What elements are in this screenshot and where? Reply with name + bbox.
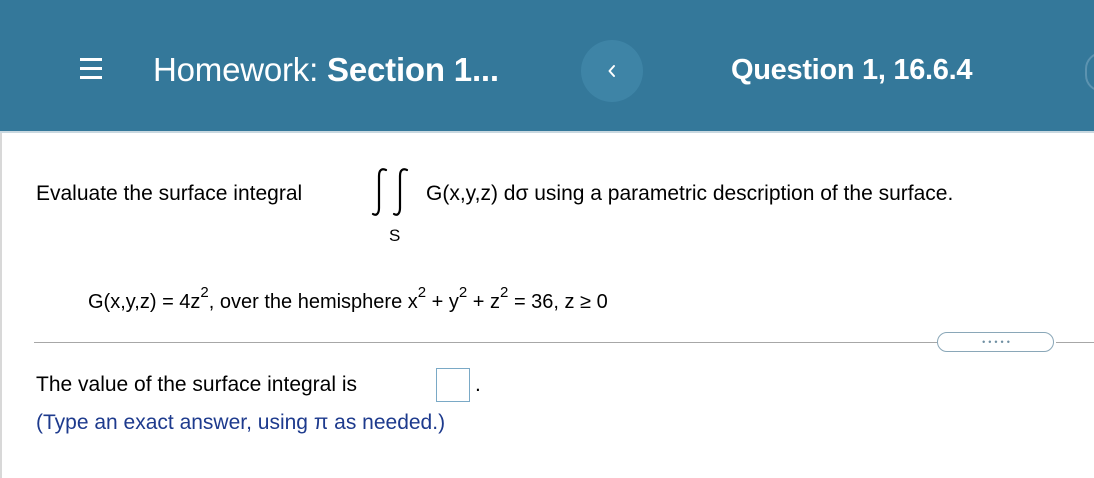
homework-label: Homework: — [153, 51, 319, 88]
header-divider — [0, 131, 1094, 133]
prompt-text-before: Evaluate the surface integral — [36, 182, 303, 205]
answer-period: . — [475, 373, 481, 396]
surface-z-term: + z — [467, 291, 501, 313]
hamburger-menu-icon[interactable] — [80, 57, 102, 81]
section-divider — [34, 342, 937, 343]
top-bar: Homework: Section 1... Question 1, 16.6.… — [0, 0, 1094, 131]
left-border — [0, 133, 2, 478]
homework-title: Homework: Section 1... — [153, 50, 499, 90]
question-title: Question 1, 16.6.4 — [731, 54, 973, 86]
next-question-button[interactable] — [1085, 52, 1094, 92]
answer-hint: (Type an exact answer, using π as needed… — [36, 411, 446, 434]
exponent: 2 — [458, 284, 468, 302]
surface-y-term: + y — [426, 291, 459, 313]
surface-equation-end: = 36, z ≥ 0 — [508, 291, 608, 313]
more-options-button[interactable]: ••••• — [937, 332, 1054, 352]
exponent: 2 — [417, 284, 427, 302]
answer-label: The value of the surface integral is — [36, 373, 358, 396]
section-divider — [1056, 342, 1094, 343]
given-function: G(x,y,z) = 4z2, over the hemisphere x2 +… — [88, 285, 608, 316]
surface-text: , over the hemisphere x — [208, 291, 418, 313]
function-definition: G(x,y,z) = 4z — [88, 291, 201, 313]
double-integral-symbol — [371, 168, 409, 216]
prompt-text-after: G(x,y,z) dσ using a parametric descripti… — [426, 182, 954, 205]
previous-question-button[interactable] — [581, 40, 643, 102]
exponent: 2 — [200, 284, 209, 302]
exponent: 2 — [500, 284, 509, 302]
answer-input[interactable] — [436, 368, 470, 402]
integral-subscript: S — [389, 226, 401, 245]
chevron-left-icon — [608, 65, 615, 77]
section-label: Section 1... — [327, 51, 499, 88]
